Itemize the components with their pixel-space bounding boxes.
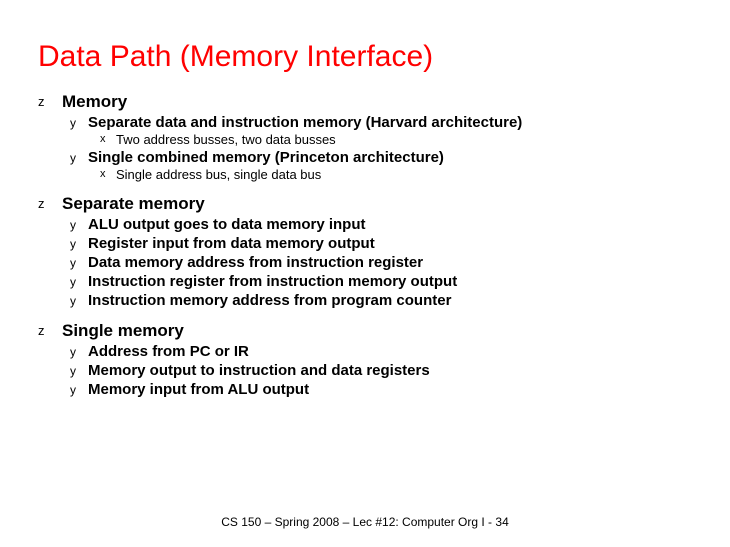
slide-footer: CS 150 – Spring 2008 – Lec #12: Computer… — [0, 515, 730, 529]
list-item: Register input from data memory output — [38, 235, 692, 252]
bullet-single-memory: Single memory — [38, 321, 692, 341]
bullet-princeton: Single combined memory (Princeton archit… — [38, 149, 692, 166]
slide: Data Path (Memory Interface) Memory Sepa… — [0, 0, 730, 398]
bullet-memory: Memory — [38, 92, 692, 112]
bullet-harvard: Separate data and instruction memory (Ha… — [38, 114, 692, 131]
list-item: Address from PC or IR — [38, 343, 692, 360]
bullet-princeton-detail: Single address bus, single data bus — [38, 167, 692, 182]
list-item: Instruction memory address from program … — [38, 292, 692, 309]
list-item: Memory output to instruction and data re… — [38, 362, 692, 379]
list-item: Instruction register from instruction me… — [38, 273, 692, 290]
bullet-harvard-detail: Two address busses, two data busses — [38, 132, 692, 147]
slide-title: Data Path (Memory Interface) — [38, 40, 692, 74]
bullet-separate-memory: Separate memory — [38, 194, 692, 214]
list-item: Memory input from ALU output — [38, 381, 692, 398]
list-item: ALU output goes to data memory input — [38, 216, 692, 233]
list-item: Data memory address from instruction reg… — [38, 254, 692, 271]
